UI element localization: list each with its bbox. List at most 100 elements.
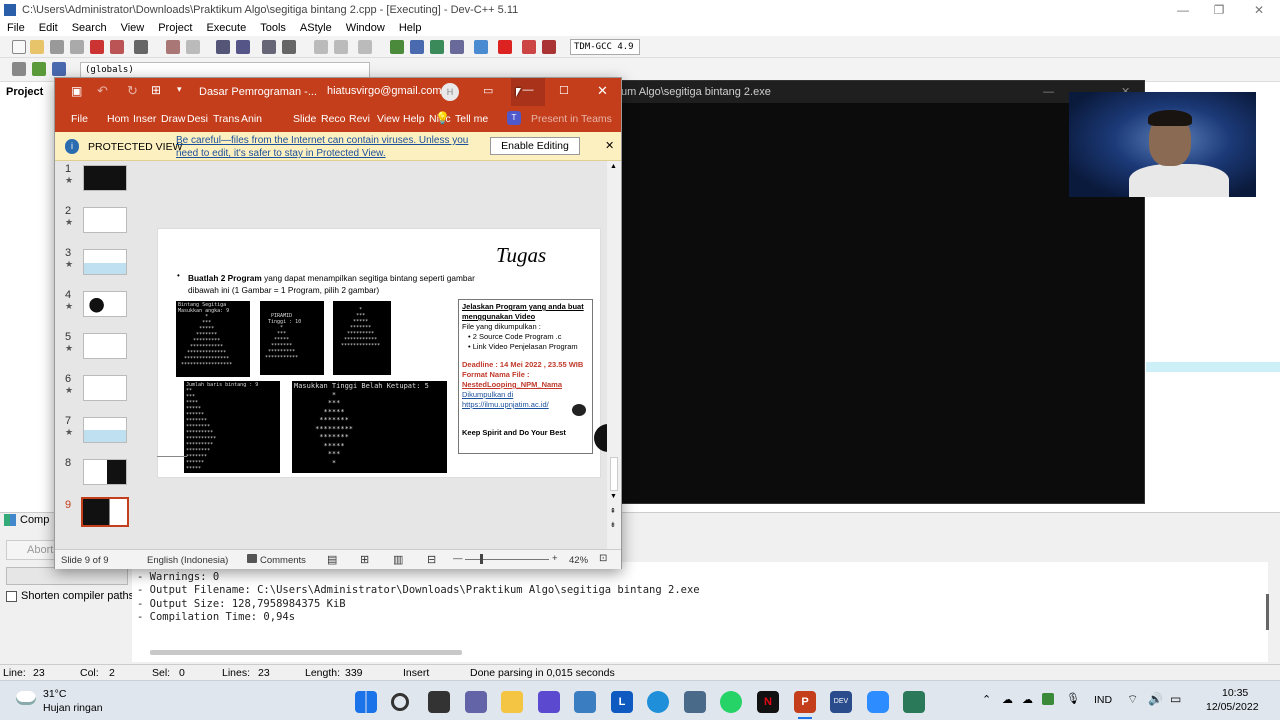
shorten-paths-checkbox[interactable] [6,590,17,602]
battery-icon[interactable]: ▭ [1170,692,1181,706]
open-icon[interactable] [30,40,44,54]
tab-slideshow[interactable]: Slide [293,113,316,125]
menu-help[interactable]: Help [392,22,429,34]
submit-url[interactable]: https://ilmu.upnjatim.ac.id/ [462,400,589,410]
close-all-icon[interactable] [110,40,124,54]
photos-icon[interactable] [574,691,596,713]
powerpoint-window[interactable]: ▣ ↶ ↻ ⊞ ▾ Dasar Pemrograman -... hiatusv… [54,77,622,569]
zoom-level[interactable]: 42% [569,555,588,566]
fit-slide-icon[interactable]: ⊡ [599,553,607,564]
next-slide-icon[interactable]: ⇟ [610,521,616,529]
terminal-icon[interactable] [903,691,925,713]
comments-button[interactable]: Comments [260,555,306,566]
tab-view[interactable]: View [377,113,400,125]
present-in-teams-button[interactable]: Present in Teams [531,113,612,125]
comments-icon[interactable] [247,554,257,563]
undo-icon[interactable] [166,40,180,54]
powerpoint-icon[interactable]: P [794,691,816,713]
netflix-icon[interactable]: N [757,691,779,713]
goto-icon[interactable] [358,40,372,54]
menu-project[interactable]: Project [151,22,199,34]
ppt-account[interactable]: hiatusvirgo@gmail.com [327,85,442,97]
console-minimize-icon[interactable]: — [1043,81,1054,103]
scope-select[interactable]: (globals) [80,62,370,78]
tab-animations[interactable]: Anin [241,113,262,125]
menu-edit[interactable]: Edit [32,22,65,34]
tab-file[interactable]: File [71,113,88,125]
protected-view-message[interactable]: Be careful—files from the Internet can c… [176,135,468,146]
menu-file[interactable]: File [0,22,32,34]
close-file-icon[interactable] [90,40,104,54]
ppt-avatar[interactable]: H [441,83,459,101]
print-icon[interactable] [134,40,148,54]
lightbulb-icon[interactable]: 💡 [435,111,450,125]
tab-compile-log[interactable]: Comp [4,514,49,526]
slide-thumbnail[interactable] [83,291,127,317]
ppt-maximize-icon[interactable]: ☐ [559,84,569,97]
security-icon[interactable] [1042,693,1054,705]
find-icon[interactable] [216,40,230,54]
tab-help[interactable]: Help [403,113,425,125]
photo-app-icon[interactable] [684,691,706,713]
menu-search[interactable]: Search [65,22,114,34]
check-syntax-icon[interactable] [474,40,488,54]
enable-editing-button[interactable]: Enable Editing [490,137,580,155]
scroll-down-icon[interactable]: ▼ [610,493,617,500]
menu-execute[interactable]: Execute [199,22,253,34]
menu-astyle[interactable]: AStyle [293,22,339,34]
weather-temp[interactable]: 31°C [43,688,66,700]
slide-vscrollbar[interactable]: ▲ ▼ ⇞ ⇟ [607,161,621,549]
launcher-icon[interactable]: L [611,691,633,713]
ppt-save-icon[interactable]: ▣ [71,84,82,98]
edge-icon[interactable] [647,691,669,713]
tab-design[interactable]: Desi [187,113,208,125]
zoom-slider-thumb[interactable] [480,554,483,564]
bookmark-next-icon[interactable] [334,40,348,54]
slide-canvas[interactable]: Tugas • Buatlah 2 Program yang dapat men… [157,228,610,478]
clock-date[interactable]: 12/05/2022 [1206,701,1259,713]
zoom-slider[interactable] [465,559,549,560]
bookmark-prev-icon[interactable] [314,40,328,54]
indent-icon[interactable] [262,40,276,54]
compiler-select[interactable]: TDM-GCC 4.9 [570,39,640,55]
close-icon[interactable]: ✕ [1240,0,1278,20]
tab-home[interactable]: Hom [107,113,129,125]
normal-view-icon[interactable]: ▤ [327,553,337,566]
microphone-icon[interactable]: 🎙 [1066,692,1080,705]
tell-me-search[interactable]: Tell me [455,113,488,125]
slide-thumbnail[interactable] [83,459,127,485]
scroll-up-icon[interactable]: ▲ [610,163,617,170]
unindent-icon[interactable] [282,40,296,54]
slide-thumbnail[interactable] [83,165,127,191]
slideshow-view-icon[interactable]: ⊟ [427,553,436,566]
console-window[interactable]: um Algo\segitiga bintang 2.exe — ✕ [620,80,1145,504]
input-language[interactable]: IND [1094,694,1112,706]
shorten-paths-option[interactable]: Shorten compiler paths [6,590,134,602]
menu-view[interactable]: View [114,22,152,34]
compile-icon[interactable] [390,40,404,54]
tab-review[interactable]: Revi [349,113,370,125]
onedrive-icon[interactable]: ☁ [1022,693,1033,706]
task-view-icon[interactable] [428,691,450,713]
wifi-icon[interactable]: ⌔ [1127,692,1138,707]
log-vscrollbar[interactable] [1266,594,1269,630]
cloud-icon[interactable]: ☁ [1002,693,1013,706]
tab-record[interactable]: Reco [321,113,346,125]
log-scrollbar[interactable] [150,650,462,655]
profile-icon[interactable] [542,40,556,54]
weather-icon[interactable] [16,691,36,705]
ppt-present-icon[interactable]: ⊞ [151,83,161,97]
whatsapp-icon[interactable] [720,691,742,713]
slide-thumbnail[interactable] [83,249,127,275]
tab-draw[interactable]: Draw [161,113,186,125]
ppt-undo-icon[interactable]: ↶ [97,83,108,99]
save-icon[interactable] [50,40,64,54]
scroll-thumb[interactable] [610,457,618,491]
ppt-close-icon[interactable]: ✕ [597,83,608,99]
protected-close-icon[interactable]: ✕ [605,139,614,152]
insert-icon[interactable] [32,62,46,76]
ribbon-display-icon[interactable]: ▭ [483,84,493,97]
teams-chat-icon[interactable] [465,691,487,713]
replace-icon[interactable] [236,40,250,54]
slide-thumbnail[interactable] [83,375,127,401]
